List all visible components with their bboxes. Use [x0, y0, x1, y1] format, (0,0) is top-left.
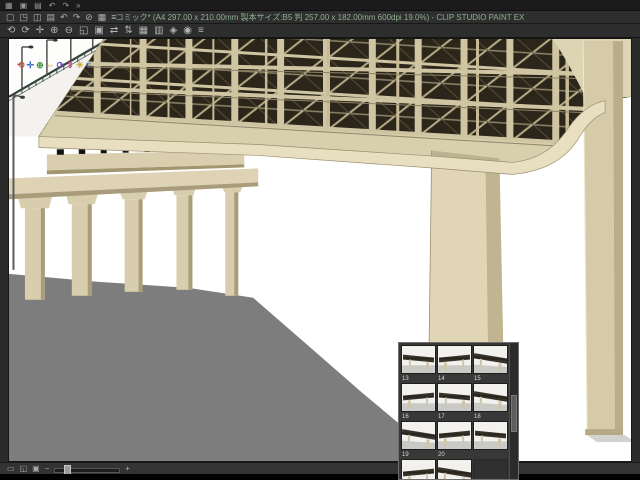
zoom-in-icon[interactable]: ⊕ [50, 25, 58, 36]
window-icon[interactable]: ▣ [20, 1, 28, 10]
bridge-thumbnail[interactable] [437, 421, 472, 450]
guides-icon[interactable]: ▥ [154, 25, 163, 36]
bridge-thumbnail[interactable] [401, 459, 436, 479]
camera-icon[interactable]: ◉ [183, 25, 192, 36]
navigator-icon[interactable]: ▭ [7, 464, 15, 473]
scrollbar-thumb[interactable] [511, 394, 517, 433]
list-item [473, 451, 508, 479]
zoom-in-icon[interactable]: + [125, 464, 130, 473]
back-icon[interactable]: ↶ [49, 1, 56, 10]
bridge-thumbnail[interactable] [473, 345, 508, 374]
bridge-thumbnail[interactable] [437, 459, 472, 479]
object-scale-icon[interactable]: ⇕ [66, 61, 74, 70]
fit-screen-icon[interactable]: ◱ [20, 464, 28, 473]
object-list-icon[interactable]: ≡ [86, 61, 91, 70]
thumbnail-label: 13 [402, 376, 409, 382]
workspace-icon[interactable]: ▤ [34, 1, 42, 10]
bridge-3d-render [9, 39, 631, 461]
object-rotate-icon[interactable]: ⟳ [57, 61, 65, 70]
menubar: ▦ ▣ ▤ ↶ ↷ » [0, 0, 640, 11]
redo-icon[interactable]: ↷ [73, 12, 81, 22]
list-item[interactable]: 14 [437, 375, 472, 412]
grid-icon[interactable]: ▦ [139, 25, 148, 36]
object-move-icon[interactable]: ⇔ [46, 61, 55, 70]
rotate-cw-icon[interactable]: ⟳ [21, 25, 29, 36]
open-file-icon[interactable]: ◳ [20, 12, 29, 22]
list-item[interactable] [401, 343, 436, 374]
new-file-icon[interactable]: ▢ [6, 12, 15, 22]
thumbnail-label: 19 [402, 452, 409, 458]
zoom-slider[interactable] [54, 464, 121, 475]
list-item[interactable] [473, 343, 508, 374]
zoom-out-icon[interactable]: ⊖ [65, 25, 73, 36]
rotate-ccw-icon[interactable]: ⟲ [7, 25, 15, 36]
material-thumbnail-panel: 13 14 15 16 17 18 19 20 [398, 342, 519, 480]
thumbnail-label: 18 [474, 414, 481, 420]
zoom-slider-handle[interactable] [64, 464, 72, 475]
list-item[interactable]: 15 [473, 375, 508, 412]
camera-pan-icon[interactable]: ✛ [27, 61, 35, 70]
bridge-thumbnail[interactable] [437, 345, 472, 374]
thumbnail-grid: 13 14 15 16 17 18 19 20 [401, 343, 509, 479]
list-item[interactable]: 18 [473, 413, 508, 450]
list-item[interactable]: 20 [437, 451, 472, 479]
window-edge [0, 474, 640, 480]
settings-icon[interactable]: ≡ [111, 12, 116, 22]
app-icon[interactable]: ▦ [5, 1, 13, 10]
list-icon[interactable]: ≡ [198, 25, 204, 36]
object-launcher: ⟲ ✛ ⊕ ⇔ ⟳ ⇕ ☀ ≡ [17, 61, 91, 70]
actual-size-icon[interactable]: ▣ [32, 464, 40, 473]
snap-icon[interactable]: ◈ [170, 25, 178, 36]
list-item[interactable]: 19 [401, 451, 436, 479]
toolbar-view: ⟲ ⟳ ✛ ⊕ ⊖ ◱ ▣ ⇄ ⇅ ▦ ▥ ◈ ◉ ≡ [0, 24, 640, 38]
bridge-thumbnail[interactable] [437, 383, 472, 412]
camera-rotate-icon[interactable]: ⟲ [17, 61, 25, 70]
bridge-thumbnail[interactable] [473, 421, 508, 450]
list-item[interactable]: 13 [401, 375, 436, 412]
toolbar-main: ▢ ◳ ◫ ▤ ↶ ↷ ⊘ ▦ ≡ コミック* (A4 297.00 x 210… [0, 11, 640, 24]
bridge-thumbnail[interactable] [473, 383, 508, 412]
bridge-thumbnail[interactable] [401, 421, 436, 450]
overflow-icon[interactable]: » [76, 1, 80, 10]
actual-size-icon[interactable]: ▣ [94, 25, 103, 36]
delete-icon[interactable]: ⊘ [85, 12, 93, 22]
bridge-thumbnail[interactable] [401, 345, 436, 374]
pan-icon[interactable]: ✛ [36, 25, 44, 36]
bridge-thumbnail[interactable] [401, 383, 436, 412]
document-title: コミック* (A4 297.00 x 210.00mm 製本サイズ:B5 判 2… [115, 12, 525, 22]
forward-icon[interactable]: ↷ [62, 1, 69, 10]
fit-screen-icon[interactable]: ◱ [79, 25, 88, 36]
empty-slot [473, 459, 508, 479]
list-item[interactable]: 16 [401, 413, 436, 450]
panel-scrollbar[interactable] [509, 343, 518, 479]
list-item[interactable] [437, 343, 472, 374]
list-item[interactable]: 17 [437, 413, 472, 450]
grid-icon[interactable]: ▦ [98, 12, 107, 22]
camera-zoom-icon[interactable]: ⊕ [36, 61, 44, 70]
print-icon[interactable]: ▤ [47, 12, 56, 22]
flip-vertical-icon[interactable]: ⇅ [124, 25, 132, 36]
light-source-icon[interactable]: ☀ [76, 61, 84, 70]
thumbnail-label: 20 [438, 452, 445, 458]
save-file-icon[interactable]: ◫ [33, 12, 42, 22]
zoom-out-icon[interactable]: − [45, 464, 50, 473]
3d-viewport[interactable]: ⟲ ✛ ⊕ ⇔ ⟳ ⇕ ☀ ≡ [8, 38, 632, 462]
thumbnail-label: 17 [438, 414, 445, 420]
thumbnail-label: 14 [438, 376, 445, 382]
flip-horizontal-icon[interactable]: ⇄ [110, 25, 118, 36]
clip-studio-window: ▦ ▣ ▤ ↶ ↷ » ▢ ◳ ◫ ▤ ↶ ↷ ⊘ ▦ ≡ コミック* (A4 … [0, 0, 640, 480]
thumbnail-label: 15 [474, 376, 481, 382]
thumbnail-label: 16 [402, 414, 409, 420]
undo-icon[interactable]: ↶ [60, 12, 68, 22]
thumbnail-label [473, 451, 508, 459]
statusbar: ▭ ◱ ▣ − + [0, 462, 640, 475]
